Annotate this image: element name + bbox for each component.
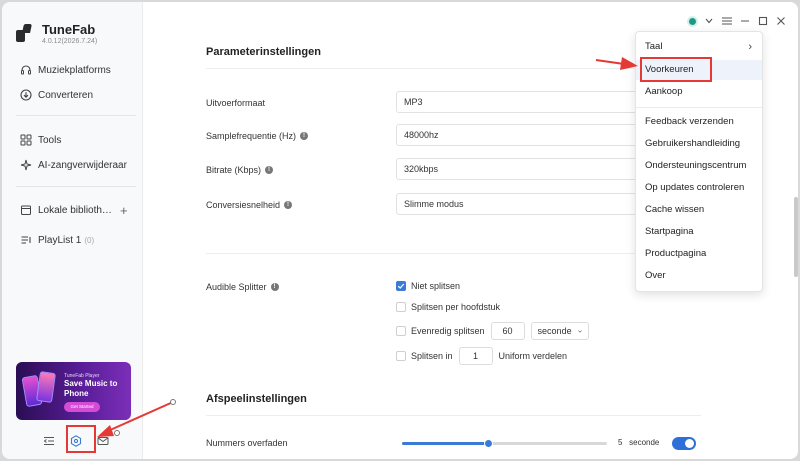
titlebar-controls (687, 14, 788, 28)
chevron-down-icon[interactable] (702, 14, 716, 28)
menu-item-send-feedback[interactable]: Feedback verzenden (636, 112, 762, 132)
sidebar: TuneFab 4.0.12(2026.7.24) Muziekplatform… (2, 2, 143, 459)
menu-item-about[interactable]: Over (636, 266, 762, 286)
app-name: TuneFab (42, 22, 96, 37)
sidebar-item-music-platforms[interactable]: Muziekplatforms (20, 62, 111, 78)
menu-item-clear-cache[interactable]: Cache wissen (636, 200, 762, 220)
avatar[interactable] (687, 15, 698, 27)
sidebar-item-playlist-1[interactable]: PlayList 1 (0) (20, 232, 94, 248)
sidebar-divider (16, 115, 136, 116)
split-evenly-option[interactable]: Evenredig splitsen 60 seconde (396, 322, 589, 340)
promo-headline: Save Music to Phone (64, 379, 118, 398)
download-circle-icon (20, 89, 32, 101)
section-divider (206, 415, 701, 416)
sidebar-item-label: Converteren (38, 89, 94, 101)
section-divider (206, 68, 701, 69)
settings-highlight-box (66, 425, 96, 453)
info-icon[interactable]: ! (300, 132, 309, 140)
sidebar-item-label: Tools (38, 134, 62, 146)
maximize-icon[interactable] (756, 14, 770, 28)
toggle-knob (685, 439, 694, 448)
sparkle-icon (20, 159, 32, 171)
sample-rate-select[interactable]: 48000hz (396, 124, 656, 146)
split-by-chapter-checkbox[interactable] (396, 302, 406, 312)
menu-divider (636, 107, 762, 108)
info-icon[interactable]: ! (265, 166, 274, 174)
promo-banner[interactable]: TuneFab Player Save Music to Phone Get S… (16, 362, 131, 420)
chevron-down-icon (577, 329, 582, 333)
menu-item-homepage[interactable]: Startpagina (636, 222, 762, 242)
parameter-settings-title: Parameterinstellingen (206, 46, 321, 58)
sidebar-item-label: Lokale biblioth… (38, 204, 112, 216)
sidebar-item-label: PlayList 1 (38, 234, 82, 246)
menu-item-purchase[interactable]: Aankoop (636, 82, 762, 102)
split-into-parts-option[interactable]: Splitsen in 1 Uniform verdelen (396, 347, 567, 365)
split-none-option[interactable]: Niet splitsen (396, 281, 460, 291)
playlist-icon (20, 234, 32, 246)
crossfade-slider[interactable] (402, 439, 607, 448)
bitrate-select[interactable]: 320kbps (396, 158, 656, 180)
promo-get-started-button[interactable]: Get Started (64, 402, 100, 412)
chevron-right-icon: › (748, 41, 752, 53)
conversion-speed-label: Conversiesnelheid! (206, 200, 293, 210)
add-library-button[interactable]: + (120, 203, 128, 218)
split-by-chapter-option[interactable]: Splitsen per hoofdstuk (396, 302, 500, 312)
menu-item-language[interactable]: Taal › (636, 37, 762, 57)
info-icon[interactable]: ! (270, 283, 279, 291)
split-none-checkbox[interactable] (396, 281, 406, 291)
scrollbar[interactable] (794, 197, 798, 277)
collapse-sidebar-icon[interactable] (38, 430, 60, 452)
sidebar-item-ai-vocal-remover[interactable]: AI-zangverwijderaar (20, 157, 127, 173)
section-divider (206, 253, 701, 254)
sidebar-item-local-library[interactable]: Lokale biblioth… (20, 202, 112, 218)
crossfade-toggle[interactable] (672, 437, 696, 450)
split-into-parts-checkbox[interactable] (396, 351, 406, 361)
sample-rate-label: Samplefrequentie (Hz)! (206, 131, 309, 141)
library-icon (20, 204, 32, 216)
phone-illustration (21, 370, 58, 414)
playlist-count: (0) (84, 235, 95, 245)
output-format-label: Uitvoerformaat (206, 98, 266, 108)
app-version: 4.0.12(2026.7.24) (42, 38, 98, 45)
split-evenly-seconds-input[interactable]: 60 (490, 322, 525, 340)
menu-item-product-page[interactable]: Productpagina (636, 244, 762, 264)
crossfade-slider-fill (402, 442, 489, 445)
split-evenly-unit-select[interactable]: seconde (530, 322, 589, 340)
brand: TuneFab 4.0.12(2026.7.24) (16, 22, 97, 47)
audible-splitter-label: Audible Splitter! (206, 282, 279, 292)
preferences-highlight-box (640, 57, 712, 82)
crossfade-label: Nummers overfaden (206, 438, 288, 448)
menu-item-support-center[interactable]: Ondersteuningscentrum (636, 156, 762, 176)
sidebar-divider (16, 186, 136, 187)
info-icon[interactable]: ! (284, 201, 293, 209)
sidebar-item-label: Muziekplatforms (38, 64, 111, 76)
playback-settings-title: Afspeelinstellingen (206, 393, 307, 405)
bitrate-label: Bitrate (Kbps)! (206, 165, 274, 175)
split-parts-count-input[interactable]: 1 (458, 347, 493, 365)
grid-icon (20, 134, 32, 146)
sidebar-item-convert[interactable]: Converteren (20, 87, 93, 103)
menu-item-user-guide[interactable]: Gebruikershandleiding (636, 134, 762, 154)
close-icon[interactable] (774, 14, 788, 28)
split-evenly-checkbox[interactable] (396, 326, 406, 336)
crossfade-value: 5 seconde (618, 438, 660, 447)
minimize-icon[interactable] (738, 14, 752, 28)
menu-item-check-updates[interactable]: Op updates controleren (636, 178, 762, 198)
output-format-select[interactable]: MP3 (396, 91, 656, 113)
tunefab-logo-icon (16, 24, 34, 44)
sidebar-item-tools[interactable]: Tools (20, 132, 61, 148)
crossfade-slider-thumb[interactable] (483, 439, 493, 448)
menu-icon[interactable] (720, 14, 734, 28)
headphones-icon (20, 64, 32, 76)
conversion-speed-select[interactable]: Slimme modus (396, 193, 656, 215)
sidebar-item-label: AI-zangverwijderaar (38, 159, 127, 171)
